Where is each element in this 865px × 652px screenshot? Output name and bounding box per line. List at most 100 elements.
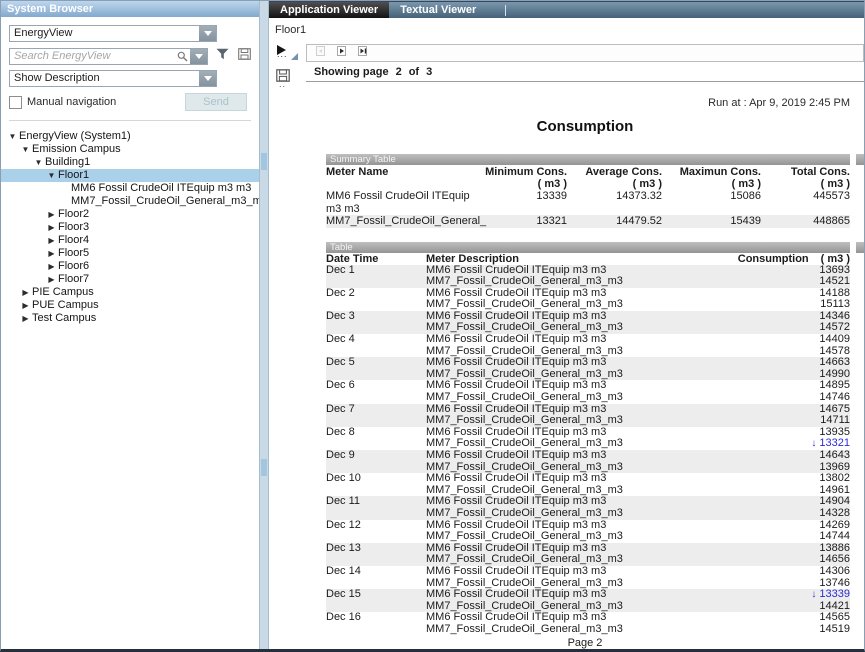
- description-dropdown-value: Show Description: [10, 71, 199, 86]
- run-report-button[interactable]: ...: [276, 44, 300, 61]
- tree-item-pue-campus[interactable]: ▶PUE Campus: [1, 299, 259, 312]
- tree-item-label: Floor7: [58, 273, 89, 286]
- tree-item-floor2[interactable]: ▶Floor2: [1, 208, 259, 221]
- chevron-down-icon[interactable]: [199, 26, 216, 41]
- detail-table-row: Dec 13MM6 Fossil CrudeOil ITEquip m3 m3M…: [326, 543, 850, 566]
- column-header-maximum: Maximun Cons. ( m3 ): [662, 166, 761, 190]
- meter-description-line: MM7_Fossil_CrudeOil_General_m3_m3: [426, 531, 690, 543]
- detail-date: Dec 15: [326, 589, 426, 612]
- tree-item-pie-campus[interactable]: ▶PIE Campus: [1, 286, 259, 299]
- value-text: 13935: [819, 426, 850, 438]
- column-header-minimum: Minimum Cons. ( m3 ): [454, 166, 567, 190]
- tree-item-test-campus[interactable]: ▶Test Campus: [1, 312, 259, 325]
- summary-min-value: 13339: [454, 190, 567, 215]
- search-box[interactable]: [9, 48, 208, 65]
- summary-meter-name: MM6 Fossil CrudeOil ITEquipm3 m3: [326, 190, 454, 215]
- column-unit: ( m3 ): [454, 178, 567, 190]
- detail-date: Dec 12: [326, 520, 426, 543]
- tree-item-floor4[interactable]: ▶Floor4: [1, 234, 259, 247]
- detail-table-band: Table: [326, 242, 864, 253]
- splitter-handle[interactable]: [261, 153, 267, 170]
- tree-item-floor5[interactable]: ▶Floor5: [1, 247, 259, 260]
- panel-splitter[interactable]: [259, 1, 269, 649]
- splitter-handle[interactable]: [261, 459, 267, 476]
- detail-values: 1464313969: [690, 450, 850, 473]
- tree-item-label: PIE Campus: [32, 286, 94, 299]
- tree-item-floor3[interactable]: ▶Floor3: [1, 221, 259, 234]
- detail-table-row: Dec 11MM6 Fossil CrudeOil ITEquip m3 m3M…: [326, 496, 850, 519]
- system-dropdown[interactable]: EnergyView: [9, 25, 217, 42]
- expanded-arrow-icon[interactable]: ▼: [20, 143, 31, 156]
- tab-application-viewer[interactable]: Application Viewer: [269, 2, 389, 18]
- chevron-down-icon[interactable]: [199, 71, 216, 86]
- detail-meter-descriptions: MM6 Fossil CrudeOil ITEquip m3 m3MM7_Fos…: [426, 496, 690, 519]
- value-text: 14643: [819, 449, 850, 461]
- viewer-tab-bar: Application Viewer Textual Viewer: [269, 1, 864, 18]
- tree-item-floor7[interactable]: ▶Floor7: [1, 273, 259, 286]
- tab-textual-viewer[interactable]: Textual Viewer: [389, 2, 487, 18]
- tree-item-label: Building1: [45, 156, 90, 169]
- detail-date: Dec 14: [326, 566, 426, 589]
- detail-values: 1489514746: [690, 380, 850, 403]
- ellipsis-dots: ..: [279, 79, 286, 89]
- detail-values: 1369314521: [690, 265, 850, 288]
- collapsed-arrow-icon[interactable]: ▶: [46, 260, 57, 273]
- collapsed-arrow-icon[interactable]: ▶: [46, 234, 57, 247]
- summary-table-row: MM7_Fossil_CrudeOil_General_1332114479.5…: [326, 215, 850, 228]
- detail-values: 1418815113: [690, 288, 850, 311]
- manual-navigation-checkbox[interactable]: [9, 96, 22, 109]
- tree-item-label: Floor1: [58, 169, 89, 182]
- detail-date: Dec 8: [326, 427, 426, 450]
- tree-item-label: Floor6: [58, 260, 89, 273]
- down-triangle-icon: [204, 76, 212, 81]
- tree-item-energyview-system1[interactable]: ▼EnergyView (System1): [1, 130, 259, 143]
- down-triangle-icon: [195, 54, 203, 59]
- last-page-icon[interactable]: [357, 44, 369, 62]
- value-text: 14961: [819, 484, 850, 496]
- report-title: Consumption: [306, 118, 864, 135]
- expanded-arrow-icon[interactable]: ▼: [33, 156, 44, 169]
- save-report-button[interactable]: ..: [276, 69, 292, 85]
- expanded-arrow-icon[interactable]: ▼: [7, 130, 18, 143]
- column-label: Total Cons.: [761, 166, 850, 178]
- expanded-arrow-icon[interactable]: ▼: [46, 169, 57, 182]
- tree-item-mm6-meter[interactable]: MM6 Fossil CrudeOil ITEquip m3 m3: [1, 182, 259, 195]
- prev-page-icon[interactable]: [315, 44, 326, 62]
- filter-icon[interactable]: [216, 47, 229, 65]
- value-text: 14188: [819, 287, 850, 299]
- collapsed-arrow-icon[interactable]: ▶: [46, 221, 57, 234]
- tree-item-building1[interactable]: ▼Building1: [1, 156, 259, 169]
- tree-item-floor6[interactable]: ▶Floor6: [1, 260, 259, 273]
- detail-meter-descriptions: MM6 Fossil CrudeOil ITEquip m3 m3MM7_Fos…: [426, 265, 690, 288]
- total-page-number: 3: [426, 66, 432, 78]
- tree-item-label: Floor4: [58, 234, 89, 247]
- search-chevron-down-icon[interactable]: [190, 49, 207, 64]
- value-text: 14409: [819, 333, 850, 345]
- meter-name-line: MM6 Fossil CrudeOil ITEquip: [326, 190, 454, 203]
- send-button[interactable]: Send: [185, 93, 247, 111]
- description-dropdown[interactable]: Show Description: [9, 70, 217, 87]
- search-input[interactable]: [10, 49, 177, 64]
- tree-item-mm7-meter[interactable]: MM7_Fossil_CrudeOil_General_m3_m3: [1, 195, 259, 208]
- detail-meter-descriptions: MM6 Fossil CrudeOil ITEquip m3 m3MM7_Fos…: [426, 589, 690, 612]
- summary-avg-value: 14479.52: [567, 215, 662, 228]
- collapsed-arrow-icon[interactable]: ▶: [46, 208, 57, 221]
- collapsed-arrow-icon[interactable]: ▶: [46, 273, 57, 286]
- min-indicator-arrow-icon: ↓: [811, 438, 816, 449]
- collapsed-arrow-icon[interactable]: ▶: [46, 247, 57, 260]
- system-browser-title: System Browser: [1, 1, 259, 17]
- detail-meter-descriptions: MM6 Fossil CrudeOil ITEquip m3 m3MM7_Fos…: [426, 520, 690, 543]
- tree-item-label: Floor2: [58, 208, 89, 221]
- tree-item-floor1[interactable]: ▼Floor1: [1, 169, 259, 182]
- summary-table-body: MM6 Fossil CrudeOil ITEquipm3 m313339143…: [326, 190, 850, 228]
- collapsed-arrow-icon[interactable]: ▶: [20, 312, 31, 325]
- next-page-icon[interactable]: [336, 44, 347, 62]
- collapsed-arrow-icon[interactable]: ▶: [20, 299, 31, 312]
- detail-table-row: Dec 9MM6 Fossil CrudeOil ITEquip m3 m3MM…: [326, 450, 850, 473]
- save-search-icon[interactable]: [238, 47, 251, 65]
- collapsed-arrow-icon[interactable]: ▶: [20, 286, 31, 299]
- detail-values: 1426914744: [690, 520, 850, 543]
- tree-item-label: PUE Campus: [32, 299, 99, 312]
- tree-item-emission-campus[interactable]: ▼Emission Campus: [1, 143, 259, 156]
- detail-table-row: Dec 15MM6 Fossil CrudeOil ITEquip m3 m3M…: [326, 589, 850, 612]
